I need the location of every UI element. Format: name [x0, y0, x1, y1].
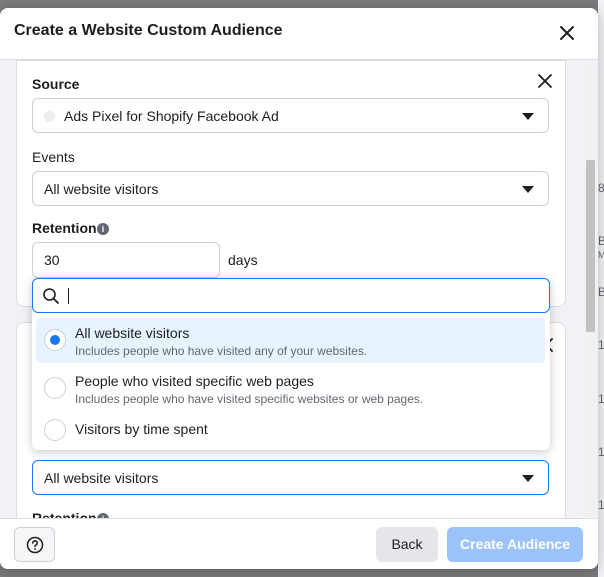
events-select[interactable]: All website visitors: [32, 171, 549, 206]
events-select-focused[interactable]: All website visitors: [32, 460, 549, 495]
retention-unit: days: [228, 252, 258, 268]
events-dropdown: All website visitors Includes people who…: [32, 278, 550, 450]
info-icon[interactable]: i: [97, 223, 109, 235]
source-select[interactable]: Ads Pixel for Shopify Facebook Ad: [32, 98, 549, 133]
background-text: B: [598, 234, 604, 248]
background-text: 1(: [598, 338, 604, 352]
events-value: All website visitors: [44, 470, 159, 486]
retention-label: Retention: [32, 220, 97, 236]
radio-button[interactable]: [44, 377, 66, 399]
rule-card: Source Ads Pixel for Shopify Facebook Ad…: [16, 60, 566, 307]
retention-value: 30: [44, 252, 60, 268]
option-description: Includes people who have visited specifi…: [75, 392, 424, 406]
background-text: M: [598, 250, 604, 260]
option-title: Visitors by time spent: [75, 421, 208, 437]
radio-button-selected[interactable]: [44, 329, 66, 351]
dropdown-search-input[interactable]: [32, 278, 550, 313]
back-button[interactable]: Back: [376, 527, 438, 562]
background-text: 1: [598, 445, 604, 459]
dialog-title: Create a Website Custom Audience: [14, 22, 283, 39]
help-button[interactable]: [14, 527, 55, 562]
chevron-down-icon: [522, 186, 534, 193]
retention-label: Retention: [32, 510, 97, 518]
pixel-status-icon: [44, 111, 55, 122]
retention-input[interactable]: 30: [32, 242, 220, 278]
close-icon[interactable]: [556, 22, 578, 44]
source-label: Source: [32, 76, 80, 92]
search-icon: [43, 288, 59, 304]
dialog-footer: Back Create Audience: [0, 518, 598, 569]
option-title: All website visitors: [75, 325, 190, 341]
chevron-down-icon: [522, 113, 534, 120]
radio-button[interactable]: [44, 419, 66, 441]
source-value: Ads Pixel for Shopify Facebook Ad: [64, 108, 279, 124]
scrollbar[interactable]: [583, 68, 598, 518]
background-text: B: [598, 285, 604, 299]
dropdown-option-all-visitors[interactable]: All website visitors Includes people who…: [36, 318, 545, 363]
question-circle-icon: [26, 536, 44, 554]
background-text: 1: [598, 392, 604, 406]
chevron-down-icon: [522, 475, 534, 482]
dialog-header: Create a Website Custom Audience: [0, 8, 598, 60]
background-text: 8: [598, 181, 604, 195]
option-description: Includes people who have visited any of …: [75, 344, 368, 358]
scroll-thumb[interactable]: [586, 160, 595, 332]
dropdown-option-specific-pages[interactable]: People who visited specific web pages In…: [36, 366, 545, 411]
dropdown-option-time-spent[interactable]: Visitors by time spent: [36, 414, 545, 446]
events-value: All website visitors: [44, 181, 159, 197]
background-text: 1: [598, 498, 604, 512]
remove-rule-icon[interactable]: [537, 73, 553, 89]
events-label: Events: [32, 149, 75, 165]
text-cursor: [68, 288, 69, 304]
option-title: People who visited specific web pages: [75, 373, 314, 389]
create-audience-button[interactable]: Create Audience: [447, 527, 583, 562]
